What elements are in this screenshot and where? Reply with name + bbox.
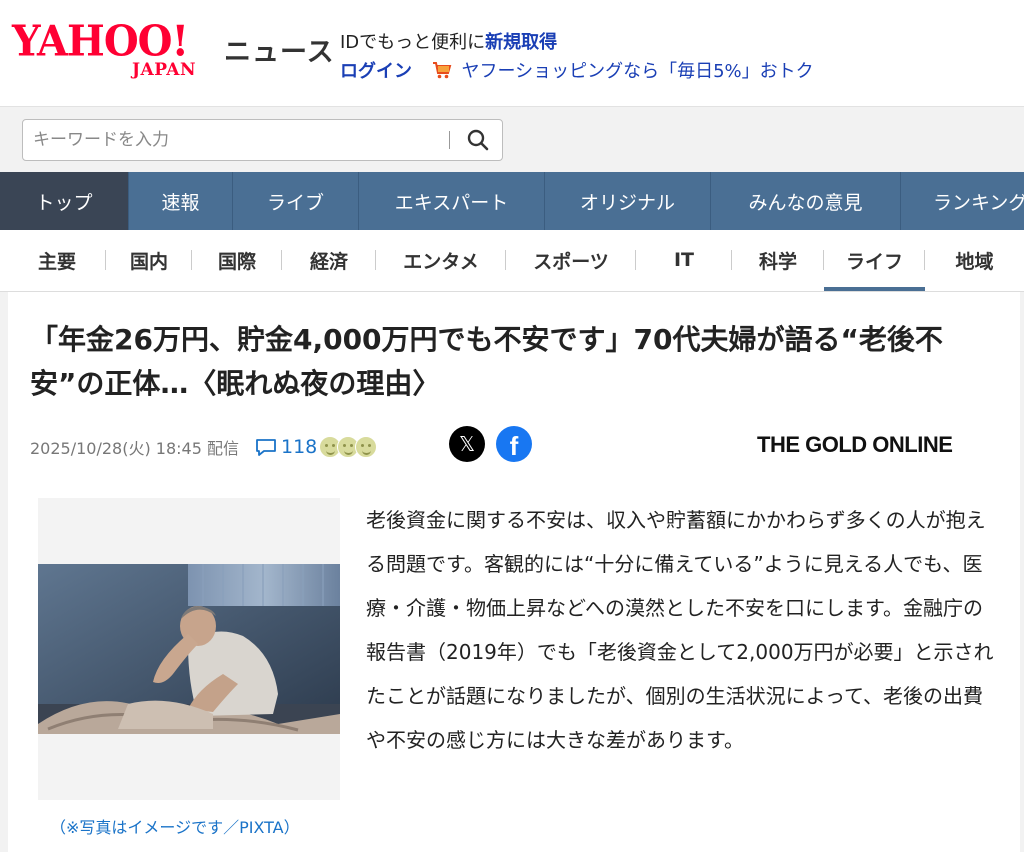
smile-face-icon bbox=[355, 436, 378, 458]
yahoo-japan-logo[interactable]: YAHOO! JAPAN bbox=[12, 16, 196, 80]
article: 「年金26万円、貯金4,000万円でも不安です」70代夫婦が語る“老後不安”の正… bbox=[8, 292, 1020, 852]
category-main[interactable]: 主要 bbox=[0, 230, 106, 290]
tab-opinions[interactable]: みんなの意見 bbox=[711, 172, 901, 230]
search-input[interactable] bbox=[23, 120, 443, 160]
article-body: 老後資金に関する不安は、収入や貯蓄額にかかわらず多くの人が抱える問題です。客観的… bbox=[366, 508, 994, 752]
article-title: 「年金26万円、貯金4,000万円でも不安です」70代夫婦が語る“老後不安”の正… bbox=[30, 323, 943, 400]
search-bar bbox=[0, 106, 1024, 172]
category-sports[interactable]: スポーツ bbox=[506, 230, 636, 290]
tab-expert[interactable]: エキスパート bbox=[359, 172, 545, 230]
publisher-logo[interactable]: THE GOLD ONLINE bbox=[757, 432, 953, 458]
facebook-share-icon[interactable]: f bbox=[496, 426, 532, 462]
category-life[interactable]: ライフ bbox=[824, 230, 925, 291]
article-photo bbox=[38, 564, 340, 734]
category-it[interactable]: IT bbox=[636, 230, 732, 290]
id-promo: IDでもっと便利に新規取得 bbox=[340, 28, 557, 54]
photo-caption: （※写真はイメージです／PIXTA） bbox=[50, 818, 300, 837]
news-logo[interactable]: ニュース bbox=[224, 30, 335, 69]
search-divider bbox=[449, 131, 450, 149]
category-nav: 主要 国内 国際 経済 エンタメ スポーツ IT 科学 ライフ 地域 bbox=[0, 230, 1024, 292]
comment-icon[interactable] bbox=[255, 437, 277, 457]
publish-date: 2025/10/28(火) 18:45 配信 bbox=[30, 439, 239, 458]
tab-top[interactable]: トップ bbox=[0, 172, 129, 230]
category-science[interactable]: 科学 bbox=[732, 230, 824, 290]
article-photo-frame[interactable] bbox=[38, 498, 340, 800]
category-economy[interactable]: 経済 bbox=[282, 230, 376, 290]
register-link[interactable]: 新規取得 bbox=[485, 32, 557, 53]
site-header: YAHOO! JAPAN ニュース IDでもっと便利に新規取得 ログイン ヤフー… bbox=[0, 0, 1024, 106]
tab-ranking[interactable]: ランキング bbox=[901, 172, 1024, 230]
main-nav: トップ 速報 ライブ エキスパート オリジナル みんなの意見 ランキング bbox=[0, 172, 1024, 230]
login-link[interactable]: ログイン bbox=[340, 61, 412, 82]
search-box bbox=[22, 119, 503, 161]
search-icon[interactable] bbox=[463, 126, 493, 154]
logo-japan-text: JAPAN bbox=[132, 60, 197, 80]
shopping-cart-icon bbox=[432, 62, 452, 79]
tab-original[interactable]: オリジナル bbox=[545, 172, 711, 230]
category-world[interactable]: 国際 bbox=[192, 230, 282, 290]
logo-yahoo-text: YAHOO! bbox=[12, 16, 189, 67]
tab-breaking[interactable]: 速報 bbox=[129, 172, 233, 230]
reaction-faces[interactable] bbox=[319, 436, 378, 458]
article-meta: 2025/10/28(火) 18:45 配信 118 bbox=[30, 432, 378, 462]
category-local[interactable]: 地域 bbox=[925, 230, 1024, 290]
shopping-promo-link[interactable]: ヤフーショッピングなら「毎日5%」おトク bbox=[461, 61, 813, 82]
x-share-icon[interactable]: 𝕏 bbox=[449, 426, 485, 462]
comment-count[interactable]: 118 bbox=[281, 436, 317, 458]
tab-live[interactable]: ライブ bbox=[233, 172, 359, 230]
login-promo-row: ログイン ヤフーショッピングなら「毎日5%」おトク bbox=[340, 57, 814, 83]
id-promo-text: IDでもっと便利に bbox=[340, 32, 486, 53]
category-domestic[interactable]: 国内 bbox=[106, 230, 192, 290]
category-entertainment[interactable]: エンタメ bbox=[376, 230, 506, 290]
